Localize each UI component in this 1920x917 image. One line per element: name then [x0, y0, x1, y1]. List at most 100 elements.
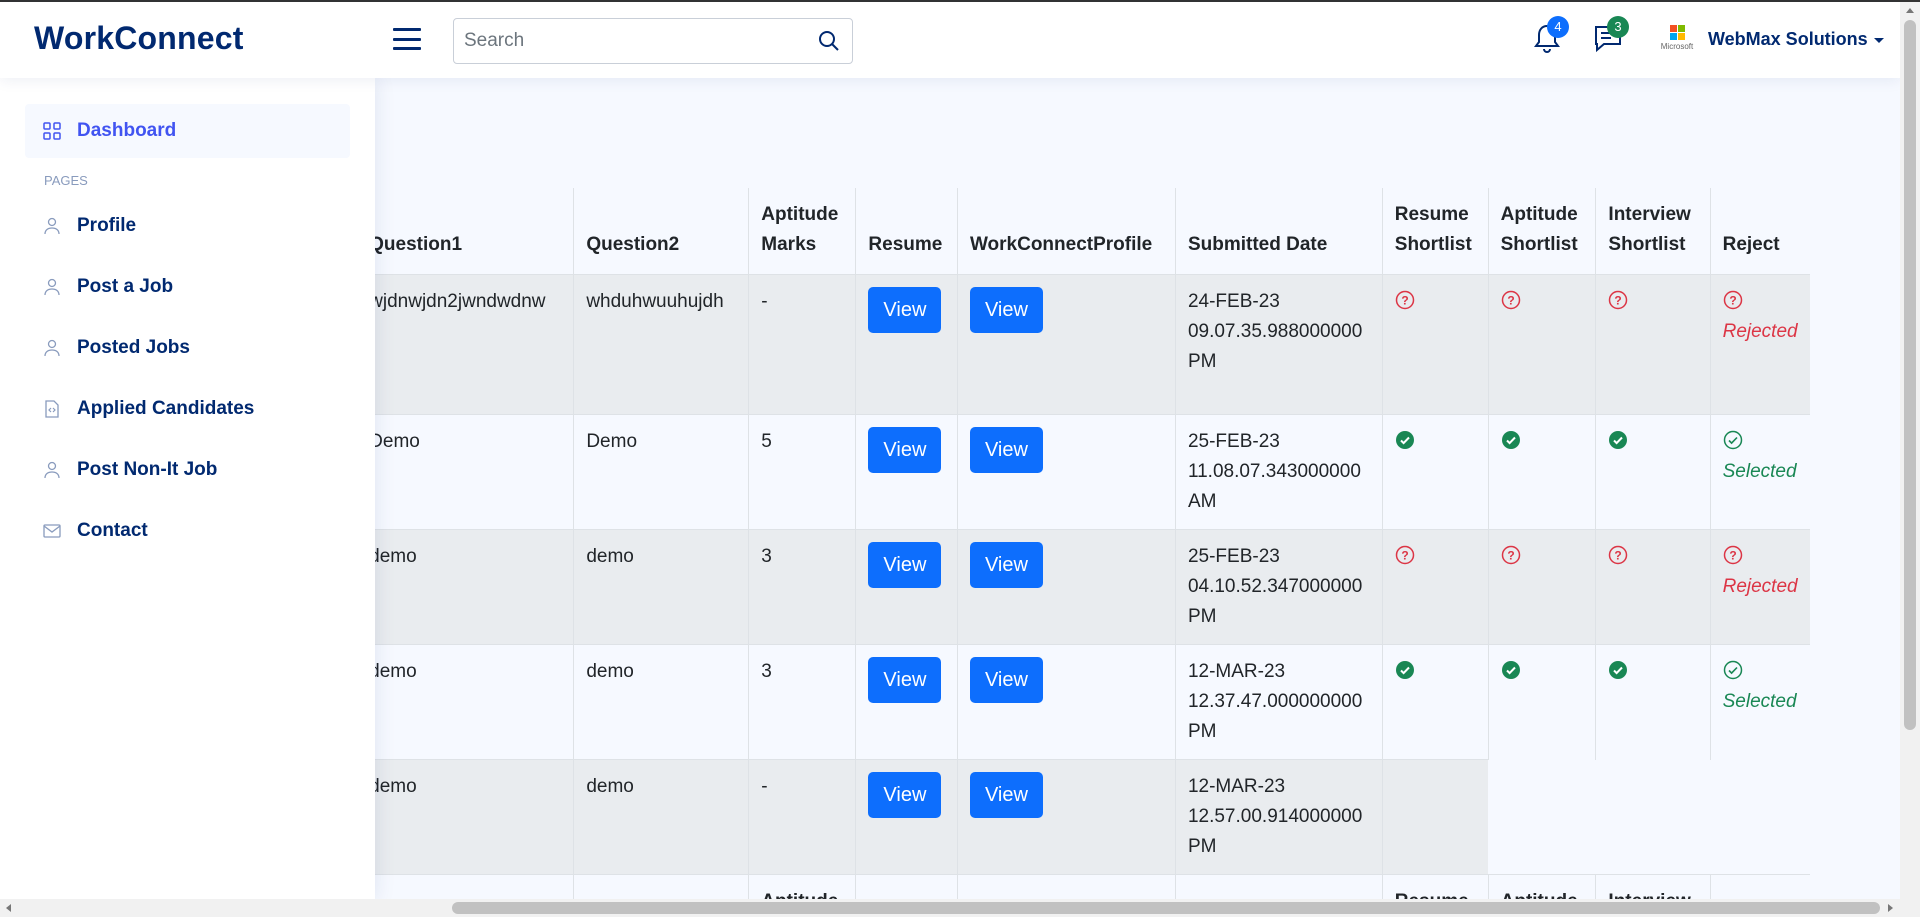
view-profile-button[interactable]: View: [969, 657, 1043, 703]
check-circle-fill-icon[interactable]: [1608, 430, 1628, 450]
sidebar-item-post-job[interactable]: Post a Job: [25, 265, 350, 309]
envelope-icon: [43, 524, 61, 538]
table-header-cell: Aptitude Marks: [748, 188, 856, 275]
table-header-cell: Resume Shortlist: [1381, 874, 1489, 901]
sidebar-item-label: Dashboard: [77, 120, 177, 141]
app-logo[interactable]: WorkConnect: [34, 20, 244, 57]
table-header-cell: Resume: [855, 188, 958, 275]
company-name: WebMax Solutions: [1708, 29, 1868, 49]
top-header: WorkConnect 4 3 Microsoft WebMax Solutio…: [0, 2, 1900, 78]
svg-text:?: ?: [1729, 294, 1736, 308]
company-dropdown[interactable]: WebMax Solutions: [1708, 29, 1884, 50]
table-row: demo demo 3 View View 12-MAR-23 12.37.47…: [375, 644, 1810, 760]
notifications-bell-icon[interactable]: 4: [1532, 16, 1569, 56]
question2-cell: demo: [573, 644, 749, 760]
search-input[interactable]: [454, 19, 806, 63]
check-circle-fill-icon[interactable]: [1501, 660, 1521, 680]
check-circle-fill-icon[interactable]: [1395, 430, 1415, 450]
sidebar: Dashboard PAGES Profile Post a Job Poste…: [0, 78, 375, 901]
table-header-cell: Aptitude Shortlist: [1487, 188, 1596, 275]
sidebar-item-dashboard[interactable]: Dashboard: [25, 104, 350, 158]
table-header-cell: Reject: [1709, 188, 1810, 275]
question1-cell: demo: [375, 529, 574, 645]
question-circle-icon[interactable]: ?: [1395, 545, 1415, 565]
check-circle-icon[interactable]: [1723, 660, 1743, 680]
view-resume-button[interactable]: View: [868, 427, 942, 473]
aptitude-marks-cell: 3: [748, 644, 856, 760]
sidebar-item-posted-jobs[interactable]: Posted Jobs: [25, 326, 350, 370]
table-row: demo demo - View View 12-MAR-23 12.57.00…: [375, 759, 1810, 875]
sidebar-item-label: Profile: [77, 215, 137, 236]
main-content: Question1 Question2 Aptitude Marks Resum…: [375, 78, 1900, 901]
sidebar-section-heading: PAGES: [44, 173, 88, 188]
view-resume-button[interactable]: View: [868, 287, 942, 333]
table-header-cell: WorkConnectProfile: [956, 188, 1176, 275]
horizontal-scrollbar[interactable]: [0, 899, 1920, 917]
sidebar-item-applied-candidates[interactable]: Applied Candidates: [25, 387, 350, 431]
messages-badge: 3: [1607, 16, 1629, 38]
table-header-cell: Interview Shortlist: [1595, 874, 1711, 901]
check-circle-icon[interactable]: [1723, 430, 1743, 450]
grid-icon: [43, 122, 61, 140]
check-circle-fill-icon[interactable]: [1395, 660, 1415, 680]
table-header-cell: Question1: [375, 874, 574, 901]
check-circle-fill-icon[interactable]: [1501, 430, 1521, 450]
view-resume-button[interactable]: View: [868, 657, 942, 703]
view-resume-button[interactable]: View: [868, 542, 942, 588]
question1-cell: demo: [375, 759, 574, 875]
submitted-date-cell: 25-FEB-23 04.10.52.347000000 PM: [1174, 529, 1383, 645]
sidebar-item-label: Post Non-It Job: [77, 459, 218, 480]
question-circle-icon[interactable]: ?: [1723, 545, 1743, 565]
sidebar-item-label: Contact: [77, 520, 148, 541]
table-header-cell: Resume Shortlist: [1381, 188, 1489, 275]
menu-toggle-icon[interactable]: [393, 28, 421, 50]
svg-text:?: ?: [1401, 549, 1408, 563]
submitted-date-cell: 12-MAR-23 12.57.00.914000000 PM: [1174, 759, 1383, 875]
svg-text:?: ?: [1507, 549, 1514, 563]
view-resume-button[interactable]: View: [868, 772, 942, 818]
horizontal-scrollbar-thumb[interactable]: [452, 902, 1880, 914]
notifications-badge: 4: [1547, 16, 1569, 38]
person-icon: [44, 278, 60, 296]
view-profile-button[interactable]: View: [969, 427, 1043, 473]
svg-text:?: ?: [1507, 294, 1514, 308]
table-header-cell: Aptitude Marks: [748, 874, 856, 901]
sidebar-item-post-non-it-job[interactable]: Post Non-It Job: [25, 448, 350, 492]
person-icon: [44, 461, 60, 479]
sidebar-item-label: Applied Candidates: [77, 398, 255, 419]
question-circle-icon[interactable]: ?: [1608, 545, 1628, 565]
question2-cell: demo: [573, 759, 749, 875]
sidebar-item-label: Post a Job: [77, 276, 174, 297]
view-profile-button[interactable]: View: [969, 542, 1043, 588]
table-header-cell: Reject: [1709, 874, 1810, 901]
question-circle-icon[interactable]: ?: [1501, 290, 1521, 310]
table-header-row: Question1 Question2 Aptitude Marks Resum…: [375, 874, 1810, 901]
vertical-scrollbar[interactable]: [1900, 2, 1920, 901]
view-profile-button[interactable]: View: [969, 287, 1043, 333]
svg-text:?: ?: [1615, 549, 1622, 563]
check-circle-fill-icon[interactable]: [1608, 660, 1628, 680]
aptitude-marks-cell: 5: [748, 414, 856, 530]
question-circle-icon[interactable]: ?: [1723, 290, 1743, 310]
question-circle-icon[interactable]: ?: [1501, 545, 1521, 565]
view-profile-button[interactable]: View: [969, 772, 1043, 818]
sidebar-item-contact[interactable]: Contact: [25, 509, 350, 553]
table-header-cell: Aptitude Shortlist: [1487, 874, 1596, 901]
search-icon[interactable]: [806, 19, 852, 63]
status-badge: Rejected: [1722, 576, 1798, 597]
company-logo: Microsoft: [1660, 24, 1694, 52]
question1-cell: wjdnwjdn2jwndwdnw: [375, 274, 574, 415]
aptitude-marks-cell: 3: [748, 529, 856, 645]
table-header-cell: Interview Shortlist: [1595, 188, 1711, 275]
question-circle-icon[interactable]: ?: [1608, 290, 1628, 310]
chevron-down-icon: [1873, 38, 1884, 43]
sidebar-item-profile[interactable]: Profile: [25, 204, 350, 248]
vertical-scrollbar-thumb[interactable]: [1904, 20, 1916, 730]
svg-text:?: ?: [1729, 549, 1736, 563]
submitted-date-cell: 24-FEB-23 09.07.35.988000000 PM: [1174, 274, 1383, 415]
question2-cell: Demo: [573, 414, 749, 530]
aptitude-marks-cell: -: [748, 274, 856, 415]
question-circle-icon[interactable]: ?: [1395, 290, 1415, 310]
search-bar: [453, 18, 853, 64]
messages-chat-icon[interactable]: 3: [1592, 16, 1629, 56]
